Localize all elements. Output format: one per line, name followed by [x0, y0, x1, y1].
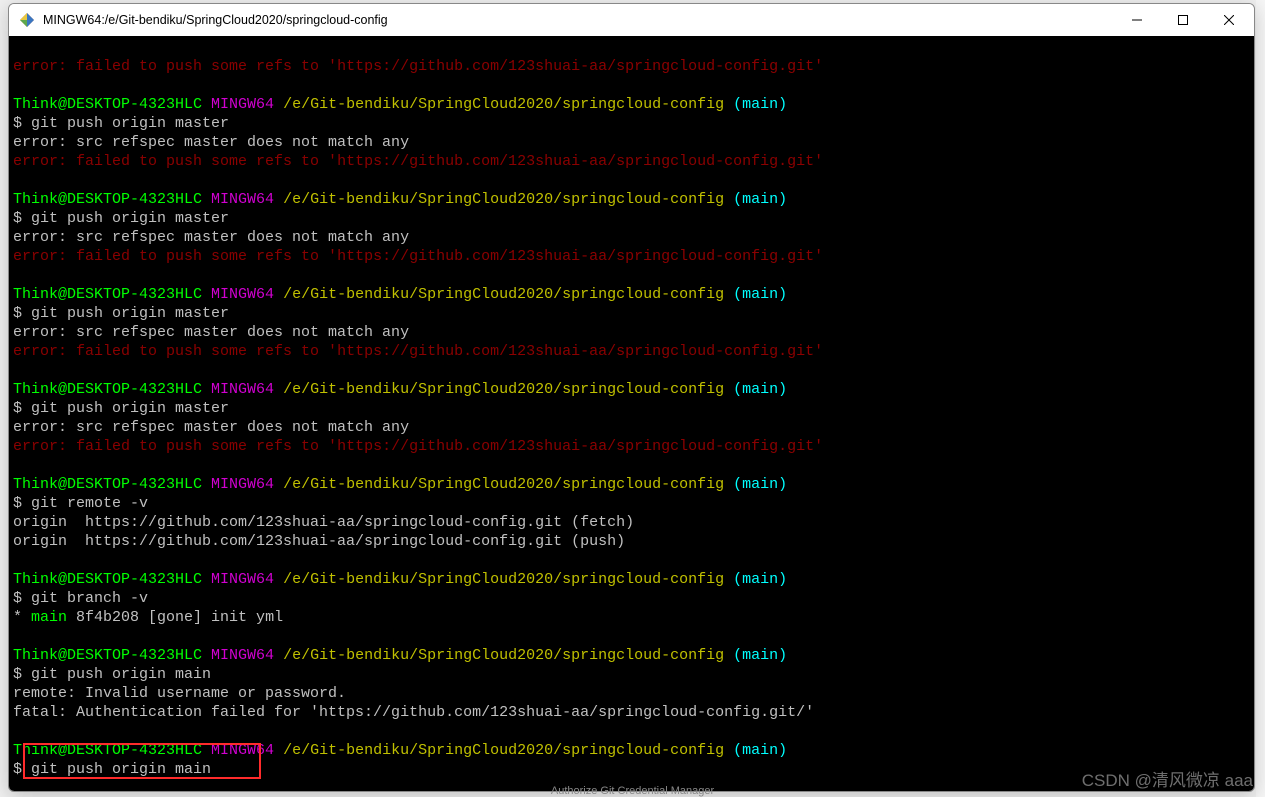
command-line: $ git push origin main: [13, 761, 211, 778]
error-line: error: src refspec master does not match…: [13, 324, 409, 341]
command-line: $ git remote -v: [13, 495, 148, 512]
maximize-button[interactable]: [1160, 4, 1206, 36]
titlebar[interactable]: MINGW64:/e/Git-bendiku/SpringCloud2020/s…: [9, 4, 1254, 36]
command-line: $ git branch -v: [13, 590, 148, 607]
output-line: origin https://github.com/123shuai-aa/sp…: [13, 514, 634, 531]
output-line: fatal: Authentication failed for 'https:…: [13, 704, 814, 721]
error-line: error: failed to push some refs to 'http…: [13, 438, 823, 455]
error-line: error: src refspec master does not match…: [13, 229, 409, 246]
app-icon: [19, 12, 35, 28]
prompt-line: Think@DESKTOP-4323HLC MINGW64 /e/Git-ben…: [13, 647, 787, 664]
prompt-line: Think@DESKTOP-4323HLC MINGW64 /e/Git-ben…: [13, 381, 787, 398]
error-line: error: failed to push some refs to 'http…: [13, 153, 823, 170]
error-line: error: failed to push some refs to 'http…: [13, 248, 823, 265]
prompt-line: Think@DESKTOP-4323HLC MINGW64 /e/Git-ben…: [13, 96, 787, 113]
minimize-button[interactable]: [1114, 4, 1160, 36]
prompt-line: Think@DESKTOP-4323HLC MINGW64 /e/Git-ben…: [13, 286, 787, 303]
terminal-window: MINGW64:/e/Git-bendiku/SpringCloud2020/s…: [8, 3, 1255, 792]
terminal-area[interactable]: error: failed to push some refs to 'http…: [9, 36, 1254, 791]
prompt-line: Think@DESKTOP-4323HLC MINGW64 /e/Git-ben…: [13, 571, 787, 588]
window-controls: [1114, 4, 1252, 36]
command-line: $ git push origin master: [13, 305, 229, 322]
error-line: error: failed to push some refs to 'http…: [13, 58, 823, 75]
output-line: * main 8f4b208 [gone] init yml: [13, 609, 283, 626]
bottom-hint-text: Authorize Git Credential Manager: [551, 785, 714, 797]
error-line: error: failed to push some refs to 'http…: [13, 343, 823, 360]
prompt-line: Think@DESKTOP-4323HLC MINGW64 /e/Git-ben…: [13, 191, 787, 208]
close-button[interactable]: [1206, 4, 1252, 36]
prompt-line: Think@DESKTOP-4323HLC MINGW64 /e/Git-ben…: [13, 476, 787, 493]
prompt-line: Think@DESKTOP-4323HLC MINGW64 /e/Git-ben…: [13, 742, 787, 759]
error-line: error: src refspec master does not match…: [13, 419, 409, 436]
command-line: $ git push origin master: [13, 115, 229, 132]
command-line: $ git push origin main: [13, 666, 211, 683]
output-line: origin https://github.com/123shuai-aa/sp…: [13, 533, 625, 550]
background-edge: [1256, 0, 1265, 797]
command-line: $ git push origin master: [13, 210, 229, 227]
command-line: $ git push origin master: [13, 400, 229, 417]
error-line: error: src refspec master does not match…: [13, 134, 409, 151]
window-title: MINGW64:/e/Git-bendiku/SpringCloud2020/s…: [43, 13, 1114, 27]
output-line: remote: Invalid username or password.: [13, 685, 346, 702]
